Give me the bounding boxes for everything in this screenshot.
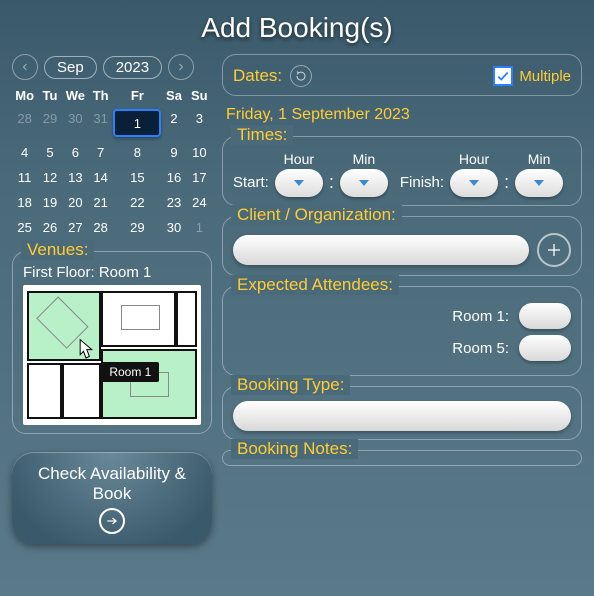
calendar-day[interactable]: 31	[88, 109, 113, 137]
chevron-down-icon	[294, 180, 304, 186]
calendar-day[interactable]: 16	[161, 168, 186, 187]
start-hour-select[interactable]	[275, 169, 323, 197]
calendar-day[interactable]: 17	[187, 168, 212, 187]
chevron-down-icon	[469, 180, 479, 186]
calendar-day[interactable]: 22	[113, 193, 161, 212]
calendar-day[interactable]: 10	[187, 143, 212, 162]
attendees-label: Expected Attendees:	[231, 275, 399, 295]
calendar-dow: Tu	[37, 88, 62, 103]
calendar-dow: Sa	[161, 88, 186, 103]
calendar-day[interactable]: 26	[37, 218, 62, 237]
calendar-dow: Su	[187, 88, 212, 103]
multiple-label: Multiple	[519, 68, 571, 85]
add-client-button[interactable]	[537, 233, 571, 267]
calendar-day[interactable]: 11	[12, 168, 37, 187]
attendee-row: Room 5:	[233, 335, 571, 361]
calendar-day[interactable]: 19	[37, 193, 62, 212]
month-selector[interactable]: Sep	[44, 56, 97, 79]
dialog-title: Add Booking(s)	[0, 0, 594, 54]
multiple-checkbox[interactable]	[493, 66, 513, 86]
year-selector[interactable]: 2023	[103, 56, 162, 79]
check-availability-label: Check Availability & Book	[22, 464, 202, 504]
floor-plan[interactable]: Room 1	[23, 285, 201, 425]
calendar-day[interactable]: 24	[187, 193, 212, 212]
client-label: Client / Organization:	[231, 205, 402, 225]
check-availability-button[interactable]: Check Availability & Book	[12, 452, 212, 544]
attendee-room-label: Room 1:	[452, 308, 509, 325]
attendee-row: Room 1:	[233, 303, 571, 329]
booking-notes-label: Booking Notes:	[231, 439, 358, 459]
finish-hour-select[interactable]	[450, 169, 498, 197]
calendar-day[interactable]: 20	[63, 193, 88, 212]
calendar-day[interactable]: 29	[113, 218, 161, 237]
booking-type-label: Booking Type:	[231, 375, 350, 395]
calendar-day[interactable]: 6	[63, 143, 88, 162]
calendar-day[interactable]: 9	[161, 143, 186, 162]
refresh-dates-button[interactable]	[290, 65, 312, 87]
chevron-down-icon	[359, 180, 369, 186]
calendar-day[interactable]: 8	[113, 143, 161, 162]
calendar-day[interactable]: 23	[161, 193, 186, 212]
calendar-day[interactable]: 15	[113, 168, 161, 187]
calendar-day[interactable]: 28	[12, 109, 37, 137]
multiple-toggle[interactable]: Multiple	[493, 66, 571, 86]
calendar-day[interactable]: 3	[187, 109, 212, 137]
calendar-day[interactable]: 1	[187, 218, 212, 237]
client-input[interactable]	[233, 235, 529, 265]
calendar-day[interactable]: 7	[88, 143, 113, 162]
venue-selection-title: First Floor: Room 1	[23, 264, 201, 281]
times-label: Times:	[231, 125, 293, 145]
calendar-day[interactable]: 30	[161, 218, 186, 237]
start-min-select[interactable]	[340, 169, 388, 197]
start-hour-header: Hour	[284, 151, 314, 167]
finish-min-header: Min	[528, 151, 551, 167]
chevron-down-icon	[534, 180, 544, 186]
calendar-day[interactable]: 13	[63, 168, 88, 187]
next-month-button[interactable]	[168, 54, 194, 80]
start-min-header: Min	[353, 151, 376, 167]
calendar-day[interactable]: 21	[88, 193, 113, 212]
calendar-day[interactable]: 1	[113, 109, 161, 137]
calendar-day[interactable]: 5	[37, 143, 62, 162]
arrow-right-icon	[99, 508, 125, 534]
calendar-dow: Th	[88, 88, 113, 103]
dates-label: Dates:	[233, 66, 282, 86]
calendar-day[interactable]: 2	[161, 109, 186, 137]
finish-min-select[interactable]	[515, 169, 563, 197]
start-label: Start:	[233, 174, 269, 191]
finish-label: Finish:	[400, 174, 444, 191]
calendar-dow: Mo	[12, 88, 37, 103]
calendar-day[interactable]: 4	[12, 143, 37, 162]
venues-label: Venues:	[21, 240, 94, 260]
calendar-day[interactable]: 14	[88, 168, 113, 187]
calendar-day[interactable]: 12	[37, 168, 62, 187]
calendar-day[interactable]: 30	[63, 109, 88, 137]
calendar-day[interactable]: 28	[88, 218, 113, 237]
calendar-day[interactable]: 29	[37, 109, 62, 137]
selected-date-display: Friday, 1 September 2023	[226, 106, 582, 124]
attendee-room-label: Room 5:	[452, 340, 509, 357]
attendee-count-input[interactable]	[519, 303, 571, 329]
calendar-grid: MoTuWeThFrSaSu28293031123456789101112131…	[12, 88, 212, 237]
attendee-count-input[interactable]	[519, 335, 571, 361]
calendar-dow: Fr	[113, 88, 161, 103]
prev-month-button[interactable]	[12, 54, 38, 80]
calendar-day[interactable]: 25	[12, 218, 37, 237]
room-tooltip: Room 1	[101, 362, 159, 382]
calendar-day[interactable]: 27	[63, 218, 88, 237]
finish-hour-header: Hour	[459, 151, 489, 167]
calendar-day[interactable]: 18	[12, 193, 37, 212]
calendar-dow: We	[63, 88, 88, 103]
booking-type-input[interactable]	[233, 401, 571, 431]
cursor-icon	[76, 338, 96, 364]
